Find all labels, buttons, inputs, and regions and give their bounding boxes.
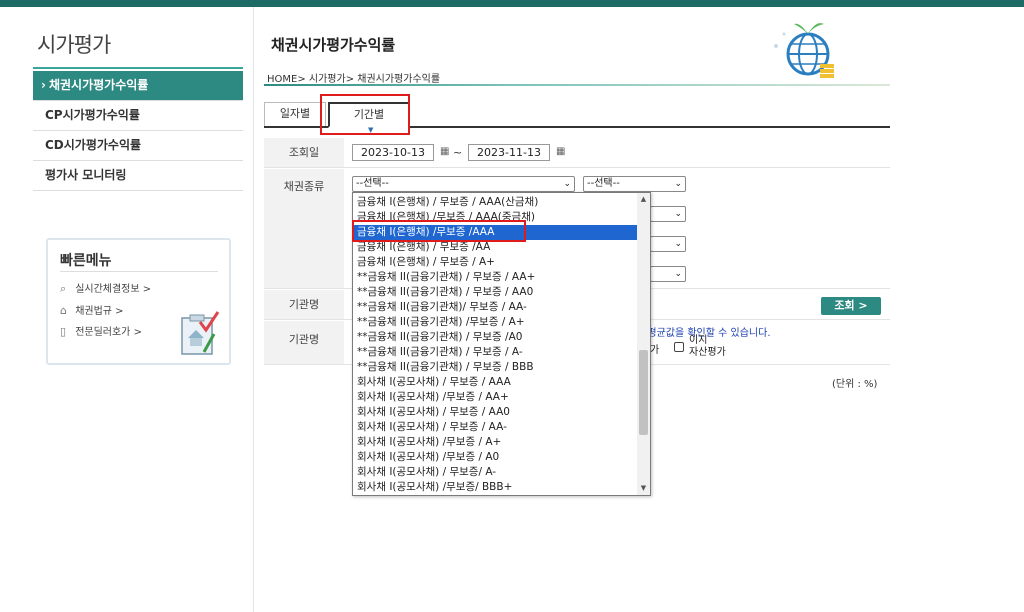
checkbox-jaesan[interactable]: [674, 342, 684, 352]
unit-label: (단위 : %): [832, 379, 878, 390]
globe-icon: [774, 23, 834, 78]
bond-type-label: 채권종류: [264, 169, 344, 288]
dropdown-option[interactable]: 회사채 I(공모사채) / 무보증/ A-: [353, 465, 638, 480]
clipboard-check-icon: [181, 311, 220, 355]
chevron-down-icon: ⌄: [563, 179, 571, 189]
quick-menu: 빠른메뉴 ⌕ 실시간체결정보 > ⌂ 채권법규 > ▯ 전문딜러호가 >: [46, 238, 231, 365]
quick-item-dealer[interactable]: ▯ 전문딜러호가 >: [60, 323, 142, 338]
scrollbar[interactable]: ▲ ▼: [637, 193, 650, 495]
date-to-input[interactable]: 2023-11-13: [468, 144, 550, 161]
bond-subtype-select[interactable]: --선택-- ⌄: [583, 176, 686, 192]
dropdown-option[interactable]: **금융채 II(금융기관채) / 무보증 / AA+: [353, 270, 638, 285]
tab-period[interactable]: 기간별 ▼: [328, 102, 410, 134]
date-from-input[interactable]: 2023-10-13: [352, 144, 434, 161]
breadcrumb: HOME> 시가평가> 채권시가평가수익률: [267, 74, 441, 85]
bond-subtype-select-3[interactable]: ⌄: [650, 236, 686, 252]
date-row: 조회일 2023-10-13 ▦ ~ 2023-11-13 ▦: [264, 138, 890, 168]
dropdown-option[interactable]: 회사채 I(공모사채) /무보증/ BBB+: [353, 480, 638, 495]
chevron-down-icon: ⌄: [674, 179, 682, 189]
bond-type-dropdown-list[interactable]: 금융채 I(은행채) / 무보증 / AAA(산금채) 금융채 I(은행채) /…: [352, 192, 651, 496]
document-icon: ▯: [60, 325, 67, 338]
checkbox-label: 가: [650, 345, 660, 356]
calendar-icon[interactable]: ▦: [556, 146, 565, 157]
search-button[interactable]: 조회 >: [821, 297, 881, 315]
bond-subtype-select-2[interactable]: ⌄: [650, 206, 686, 222]
checkbox-label: 이지: [689, 335, 708, 346]
page-title: 채권시가평가수익률: [271, 36, 396, 54]
sidebar-item-bond-yield[interactable]: 채권시가평가수익률: [33, 71, 243, 101]
tab-daily[interactable]: 일자별: [264, 102, 326, 126]
top-bar: [0, 0, 1024, 7]
scrollbar-thumb[interactable]: [639, 350, 648, 435]
dropdown-option[interactable]: 회사채 I(공모사채) / 무보증 / AA-: [353, 420, 638, 435]
sidebar-item-cd-yield[interactable]: CD시가평가수익률: [33, 131, 243, 161]
divider: [264, 84, 890, 86]
sidebar-menu: 채권시가평가수익률 CP시가평가수익률 CD시가평가수익률 평가사 모니터링: [33, 71, 243, 191]
dropdown-option[interactable]: **금융채 II(금융기관채) / 무보증 / A-: [353, 345, 638, 360]
dropdown-option[interactable]: 회사채 I(공모사채) /무보증 / AA+: [353, 390, 638, 405]
date-separator: ~: [453, 146, 463, 159]
divider: [60, 271, 218, 272]
dropdown-option[interactable]: 금융채 I(은행채) / 무보증 /AA: [353, 240, 638, 255]
scroll-down-icon[interactable]: ▼: [637, 482, 650, 495]
quick-item-realtime[interactable]: ⌕ 실시간체결정보 >: [60, 280, 151, 296]
divider: [253, 7, 254, 612]
org-label: 기관명: [264, 321, 344, 364]
scroll-up-icon[interactable]: ▲: [637, 193, 650, 206]
chevron-down-icon: ⌄: [674, 239, 682, 249]
dropdown-option[interactable]: **금융채 II(금융기관채) / 무보증 / AA0: [353, 285, 638, 300]
quick-item-label: 채권법규 >: [75, 306, 124, 317]
tab-bar: 일자별 기간별 ▼: [264, 102, 890, 134]
dropdown-option[interactable]: 금융채 I(은행채) / 무보증 / A+: [353, 255, 638, 270]
bond-type-select[interactable]: --선택-- ⌄: [352, 176, 575, 192]
quick-item-label: 전문딜러호가 >: [75, 327, 142, 338]
dropdown-option[interactable]: **금융채 II(금융기관채) / 무보증 / BBB: [353, 360, 638, 375]
checkbox-label: 자산평가: [689, 347, 726, 358]
org-label: 기관명: [264, 290, 344, 319]
date-label: 조회일: [264, 138, 344, 167]
dropdown-option[interactable]: 회사채 I(공모사채) / 무보증 / AA0: [353, 405, 638, 420]
dropdown-option[interactable]: 회사채 I(공모사채) /무보증 / A0: [353, 450, 638, 465]
dropdown-option[interactable]: **금융채 II(금융기관채) / 무보증 /A0: [353, 330, 638, 345]
divider: [33, 67, 243, 69]
calendar-icon[interactable]: ▦: [440, 146, 449, 157]
dropdown-option[interactable]: 금융채 I(은행채) / 무보증 / AAA(산금채): [353, 195, 638, 210]
dropdown-option[interactable]: **금융채 II(금융기관채)/ 무보증 / AA-: [353, 300, 638, 315]
quick-item-law[interactable]: ⌂ 채권법규 >: [60, 302, 124, 317]
sidebar-item-cp-yield[interactable]: CP시가평가수익률: [33, 101, 243, 131]
dropdown-option[interactable]: 금융채 I(은행채) /무보증 / AAA(중금채): [353, 210, 638, 225]
select-value: --선택--: [587, 178, 620, 189]
chevron-down-icon: ⌄: [674, 209, 682, 219]
building-icon: ⌂: [60, 304, 67, 317]
quick-item-label: 실시간체결정보 >: [75, 284, 152, 295]
search-icon: ⌕: [60, 282, 67, 295]
sidebar-title: 시가평가: [37, 33, 111, 57]
dropdown-option[interactable]: **금융채 II(금융기관채) /무보증 / A+: [353, 315, 638, 330]
sidebar-item-monitoring[interactable]: 평가사 모니터링: [33, 161, 243, 191]
select-value: --선택--: [356, 178, 389, 189]
dropdown-option-selected[interactable]: 금융채 I(은행채) /무보증 /AAA: [353, 225, 638, 240]
bond-subtype-select-4[interactable]: ⌄: [650, 266, 686, 282]
dropdown-option[interactable]: 회사채 I(공모사채) / 무보증 / AAA: [353, 375, 638, 390]
chevron-down-icon: ⌄: [674, 269, 682, 279]
dropdown-option[interactable]: 회사채 I(공모사채) /무보증 / A+: [353, 435, 638, 450]
quick-menu-title: 빠른메뉴: [60, 253, 112, 269]
